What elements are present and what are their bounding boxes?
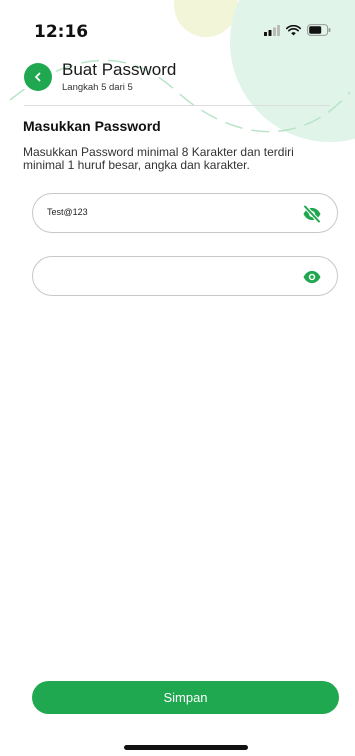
- header-divider: [24, 105, 330, 106]
- toggle-visibility-button[interactable]: [301, 266, 323, 288]
- status-icons: [264, 24, 331, 36]
- save-button[interactable]: Simpan: [32, 681, 339, 714]
- home-indicator: [124, 745, 248, 750]
- signal-icon: [264, 24, 280, 36]
- chevron-left-icon: [35, 72, 41, 82]
- page-title: Buat Password: [62, 60, 177, 79]
- battery-icon: [307, 24, 331, 36]
- password-field-value[interactable]: Test@123: [47, 207, 88, 217]
- confirm-password-field[interactable]: [32, 256, 338, 296]
- header: Buat Password Langkah 5 dari 5: [24, 60, 334, 96]
- status-bar: 12:16: [0, 0, 355, 50]
- section-title: Masukkan Password: [23, 118, 161, 134]
- eye-icon: [303, 271, 321, 283]
- wifi-icon: [286, 24, 301, 35]
- toggle-visibility-button[interactable]: [301, 203, 323, 225]
- step-indicator: Langkah 5 dari 5: [62, 82, 133, 93]
- eye-off-icon: [303, 205, 321, 223]
- status-time: 12:16: [34, 22, 89, 42]
- back-button[interactable]: [24, 63, 52, 91]
- password-field[interactable]: Test@123: [32, 193, 338, 233]
- section-description: Masukkan Password minimal 8 Karakter dan…: [23, 145, 294, 172]
